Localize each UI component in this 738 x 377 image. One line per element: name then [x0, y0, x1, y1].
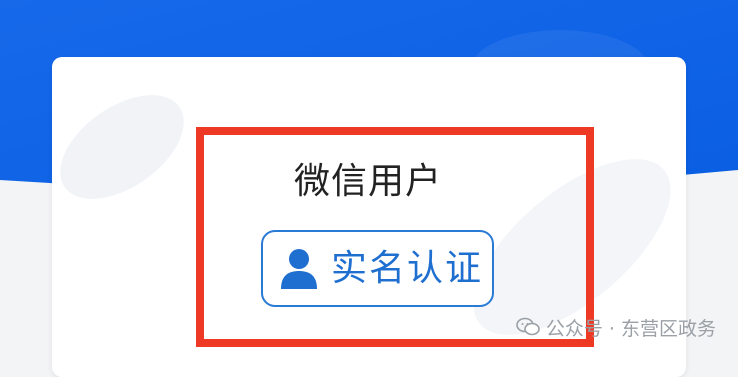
real-name-verification-button[interactable]: 实名认证 [261, 230, 494, 307]
watermark: 公众号 · 东营区政务 [516, 313, 716, 341]
user-icon [279, 247, 319, 291]
user-name: 微信用户 [293, 161, 442, 202]
wechat-icon [516, 317, 540, 337]
verify-button-label: 实名认证 [331, 247, 484, 289]
watermark-text: 公众号 · 东营区政务 [545, 317, 716, 340]
